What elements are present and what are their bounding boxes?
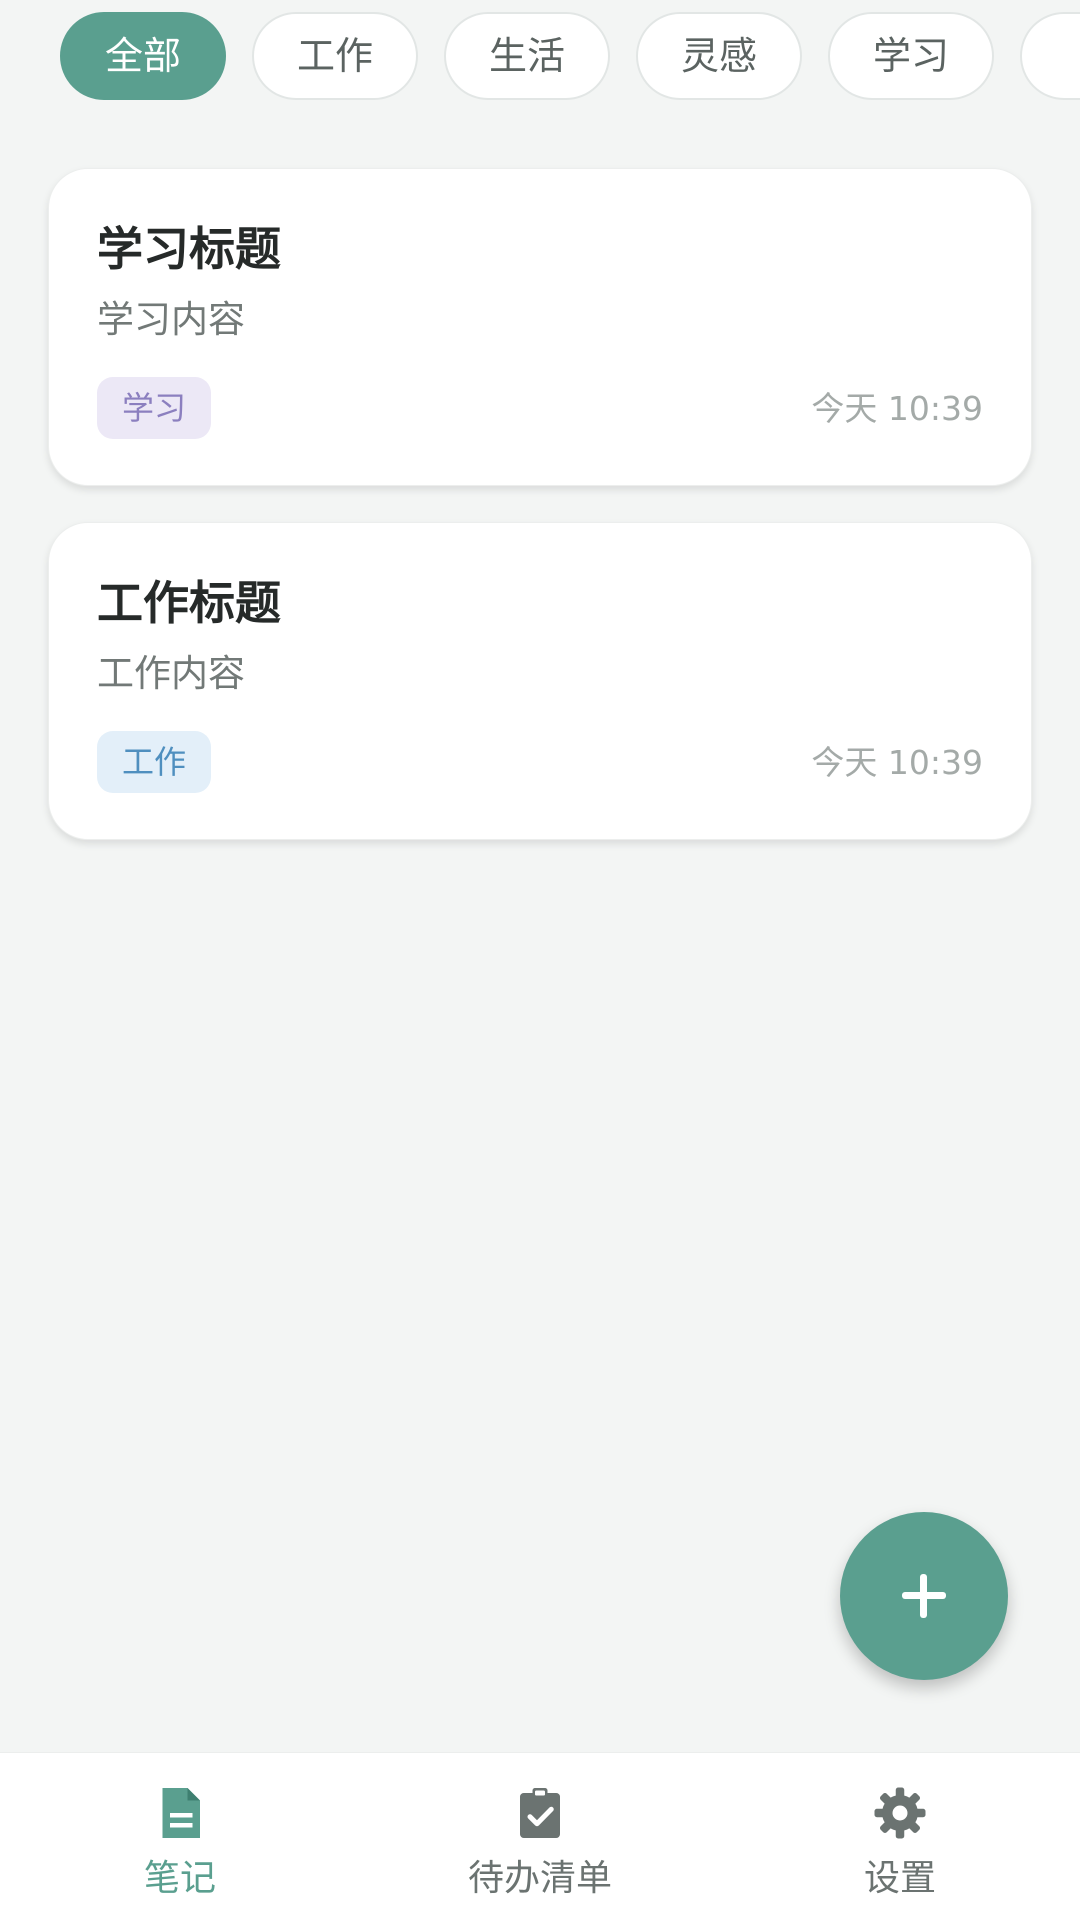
note-card[interactable]: 学习标题 学习内容 学习 今天 10:39 xyxy=(48,168,1032,486)
nav-label-todo: 待办清单 xyxy=(467,1858,612,1899)
note-content: 工作内容 xyxy=(97,652,245,695)
note-document-icon xyxy=(162,1788,200,1838)
note-content: 学习内容 xyxy=(97,298,245,341)
note-card[interactable]: 工作标题 工作内容 工作 今天 10:39 xyxy=(48,522,1032,840)
note-time: 今天 10:39 xyxy=(811,743,983,782)
note-time: 今天 10:39 xyxy=(811,389,983,428)
note-title: 学习标题 xyxy=(97,222,281,276)
nav-item-notes[interactable]: 笔记 xyxy=(0,1753,360,1921)
clipboard-check-icon xyxy=(520,1788,560,1838)
note-title: 工作标题 xyxy=(97,576,281,630)
nav-label-notes: 笔记 xyxy=(143,1858,216,1899)
category-chip-life[interactable]: 生活 xyxy=(444,12,610,100)
nav-item-todo[interactable]: 待办清单 xyxy=(360,1753,720,1921)
note-tag: 学习 xyxy=(97,377,211,439)
nav-label-settings: 设置 xyxy=(863,1858,936,1899)
gear-icon xyxy=(874,1787,926,1839)
category-chip-all[interactable]: 全部 xyxy=(60,12,226,100)
category-chip-work[interactable]: 工作 xyxy=(252,12,418,100)
nav-item-settings[interactable]: 设置 xyxy=(720,1753,1080,1921)
category-chip-travel[interactable]: 旅 xyxy=(1020,12,1080,100)
note-tag: 工作 xyxy=(97,731,211,793)
add-note-button[interactable] xyxy=(840,1512,1008,1680)
category-filter-bar: 全部 工作 生活 灵感 学习 旅 xyxy=(0,12,1080,104)
category-chip-inspiration[interactable]: 灵感 xyxy=(636,12,802,100)
category-chip-study[interactable]: 学习 xyxy=(828,12,994,100)
bottom-navigation: 笔记 待办清单 设置 xyxy=(0,1752,1080,1921)
